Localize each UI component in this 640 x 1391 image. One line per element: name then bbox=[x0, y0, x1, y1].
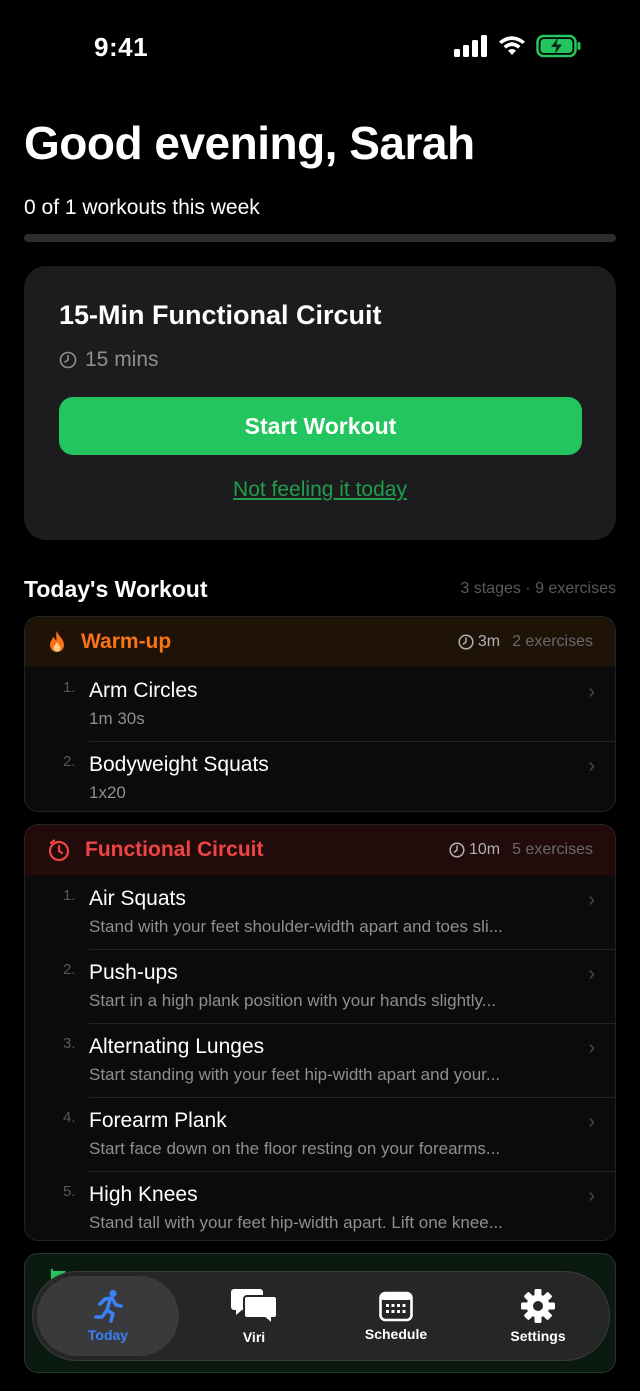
workout-duration: 15 mins bbox=[59, 348, 159, 372]
exercise-row[interactable]: 2. Push-ups Start in a high plank positi… bbox=[25, 949, 615, 1023]
tab-today[interactable]: Today bbox=[37, 1276, 179, 1356]
stage-time-label: 10m bbox=[468, 841, 501, 858]
tab-schedule[interactable]: Schedule bbox=[325, 1272, 467, 1360]
workout-card: 15-Min Functional Circuit 15 mins Start … bbox=[24, 266, 616, 540]
exercise-number: 3. bbox=[63, 1035, 76, 1052]
not-feeling-it-link[interactable]: Not feeling it today bbox=[24, 478, 616, 502]
exercise-name: Alternating Lunges bbox=[89, 1035, 265, 1058]
tab-bar: Today Viri Schedule Settings bbox=[32, 1271, 610, 1361]
exercise-detail: 1m 30s bbox=[89, 709, 145, 728]
chevron-right-icon: › bbox=[588, 963, 595, 985]
calendar-icon bbox=[379, 1291, 413, 1322]
battery-charging-icon bbox=[536, 34, 581, 58]
exercise-number: 1. bbox=[63, 887, 76, 904]
chevron-right-icon: › bbox=[588, 755, 595, 777]
chevron-right-icon: › bbox=[588, 681, 595, 703]
todays-workout-title: Today's Workout bbox=[24, 576, 208, 602]
status-icons bbox=[454, 34, 582, 58]
tab-label: Viri bbox=[242, 1329, 266, 1345]
stage-warm-up: Warm-up 3m 2 exercises 1. Arm Circles 1m… bbox=[24, 616, 616, 812]
exercise-detail: Stand with your feet shoulder-width apar… bbox=[89, 917, 503, 936]
exercise-number: 2. bbox=[63, 753, 76, 770]
exercise-name: High Knees bbox=[89, 1183, 198, 1206]
exercise-row[interactable]: 5. High Knees Stand tall with your feet … bbox=[25, 1171, 615, 1240]
exercise-detail: Start in a high plank position with your… bbox=[89, 991, 496, 1010]
workout-title: 15-Min Functional Circuit bbox=[59, 300, 382, 330]
stage-stats: 10m 5 exercises bbox=[449, 841, 593, 859]
weekly-progress-bar bbox=[24, 234, 616, 242]
clock-icon bbox=[449, 842, 465, 858]
tab-label: Today bbox=[87, 1327, 129, 1343]
flame-icon bbox=[50, 631, 64, 652]
exercise-number: 1. bbox=[63, 679, 76, 696]
exercise-number: 5. bbox=[63, 1183, 76, 1200]
exercise-detail: Start standing with your feet hip-width … bbox=[89, 1065, 501, 1084]
stage-header[interactable]: Functional Circuit 10m 5 exercises bbox=[25, 825, 615, 875]
exercise-detail: Start face down on the floor resting on … bbox=[89, 1139, 501, 1158]
exercise-detail: 1x20 bbox=[89, 783, 126, 802]
stage-name: Warm-up bbox=[81, 630, 172, 653]
runner-icon bbox=[94, 1290, 123, 1323]
stage-time-label: 3m bbox=[477, 633, 501, 650]
exercise-name: Bodyweight Squats bbox=[89, 753, 269, 776]
chevron-right-icon: › bbox=[588, 1111, 595, 1133]
exercise-name: Push-ups bbox=[89, 961, 178, 984]
start-workout-button[interactable]: Start Workout bbox=[59, 397, 582, 455]
exercise-row[interactable]: 2. Bodyweight Squats 1x20 › bbox=[25, 741, 615, 811]
stage-time: 10m bbox=[449, 841, 500, 859]
exercise-number: 4. bbox=[63, 1109, 76, 1126]
weekly-progress-text: 0 of 1 workouts this week bbox=[24, 196, 260, 219]
exercise-name: Arm Circles bbox=[89, 679, 198, 702]
cellular-signal-icon bbox=[454, 35, 487, 57]
exercise-row[interactable]: 1. Arm Circles 1m 30s › bbox=[25, 667, 615, 741]
exercise-name: Air Squats bbox=[89, 887, 186, 910]
workout-duration-label: 15 mins bbox=[85, 348, 159, 371]
chevron-right-icon: › bbox=[588, 889, 595, 911]
exercise-row[interactable]: 4. Forearm Plank Start face down on the … bbox=[25, 1097, 615, 1171]
stage-time: 3m bbox=[458, 633, 500, 651]
greeting-title: Good evening, Sarah bbox=[24, 117, 475, 169]
clock-icon bbox=[458, 634, 474, 650]
status-bar: 9:41 bbox=[0, 0, 640, 96]
status-time: 9:41 bbox=[94, 32, 149, 62]
exercise-number: 2. bbox=[63, 961, 76, 978]
wifi-icon bbox=[499, 36, 525, 55]
exercise-row[interactable]: 1. Air Squats Stand with your feet shoul… bbox=[25, 875, 615, 949]
todays-workout-meta: 3 stages · 9 exercises bbox=[460, 580, 616, 597]
tab-label: Schedule bbox=[364, 1326, 428, 1342]
chevron-right-icon: › bbox=[588, 1185, 595, 1207]
timer-icon bbox=[48, 839, 70, 862]
exercise-name: Forearm Plank bbox=[89, 1109, 227, 1132]
stage-functional-circuit: Functional Circuit 10m 5 exercises 1. Ai… bbox=[24, 824, 616, 1241]
tab-label: Settings bbox=[510, 1328, 566, 1344]
clock-icon bbox=[59, 351, 77, 369]
exercise-detail: Stand tall with your feet hip-width apar… bbox=[89, 1213, 503, 1232]
stage-name: Functional Circuit bbox=[85, 838, 264, 861]
chat-bubbles-icon bbox=[231, 1289, 278, 1325]
tab-viri[interactable]: Viri bbox=[183, 1272, 325, 1360]
chevron-right-icon: › bbox=[588, 1037, 595, 1059]
stage-count: 5 exercises bbox=[512, 841, 593, 858]
stage-count: 2 exercises bbox=[512, 633, 593, 650]
stage-stats: 3m 2 exercises bbox=[458, 633, 593, 651]
tab-settings[interactable]: Settings bbox=[467, 1272, 609, 1360]
gear-icon bbox=[521, 1289, 555, 1323]
stage-header[interactable]: Warm-up 3m 2 exercises bbox=[25, 617, 615, 667]
exercise-row[interactable]: 3. Alternating Lunges Start standing wit… bbox=[25, 1023, 615, 1097]
